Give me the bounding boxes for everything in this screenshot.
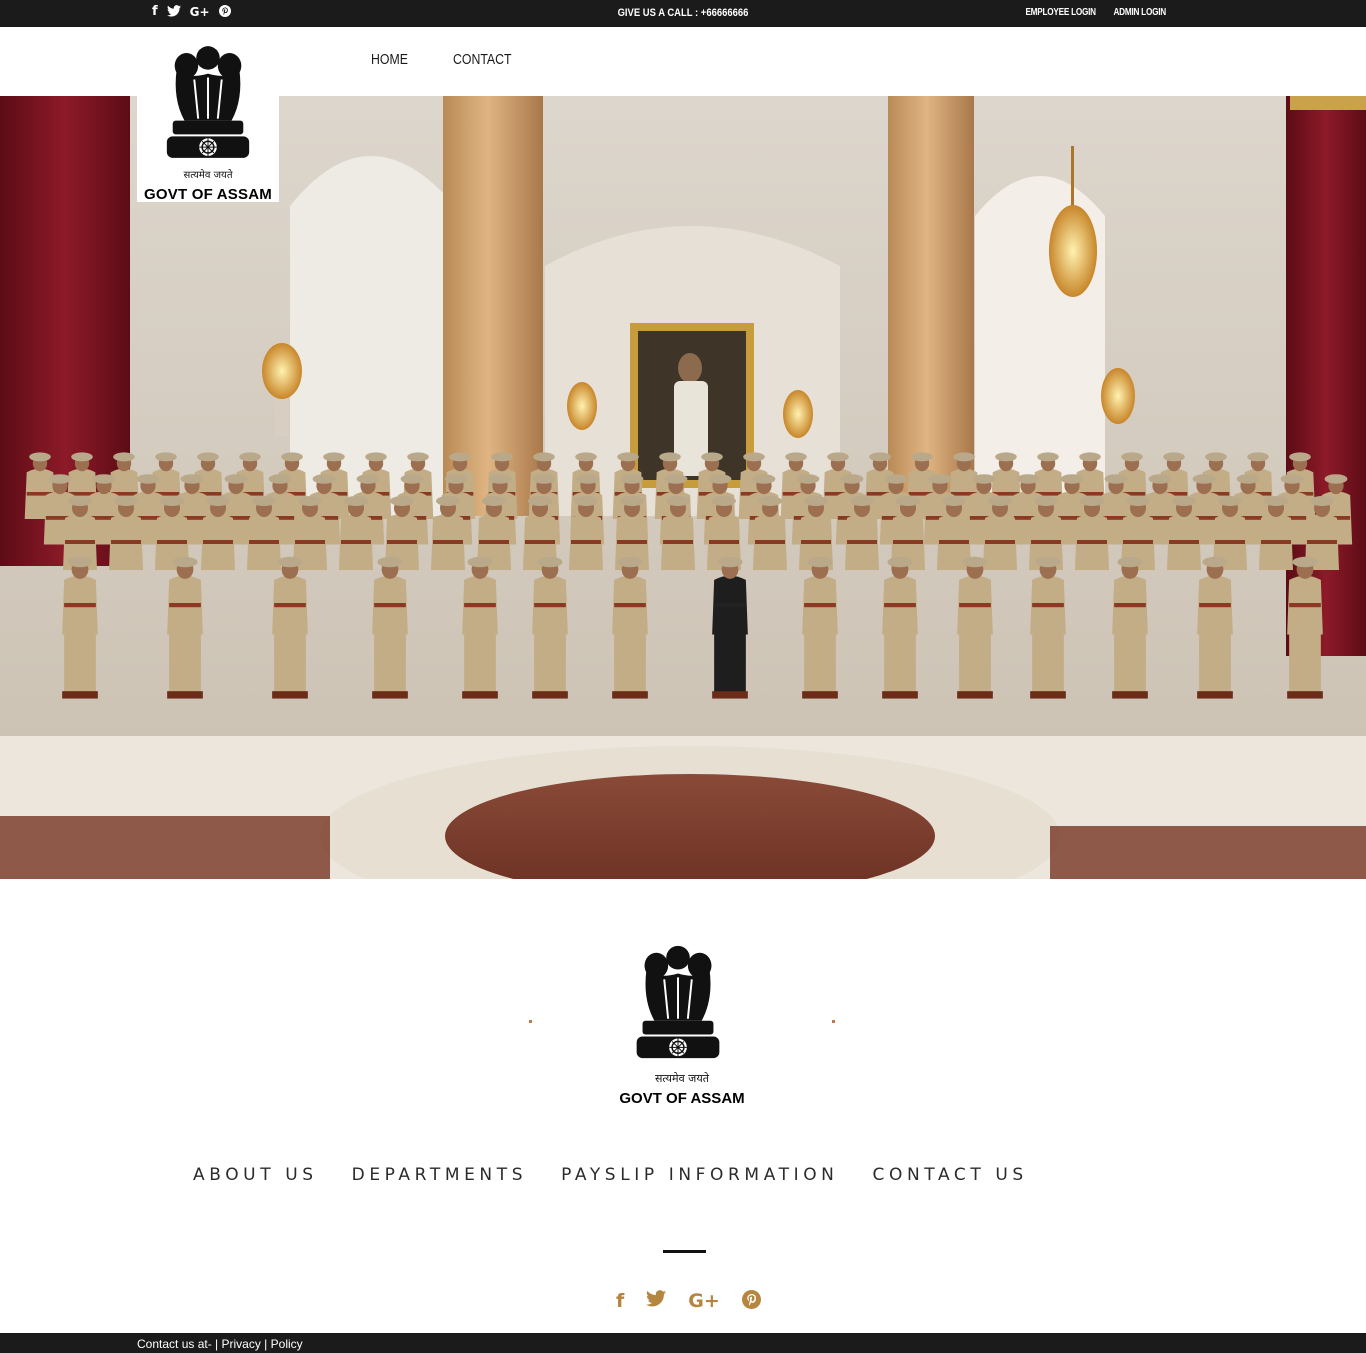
footer-logo-motto: सत्यमेव जयते [654, 1072, 709, 1085]
decor-dot [529, 1020, 532, 1023]
pinterest-icon[interactable] [741, 1290, 761, 1314]
nav-home[interactable]: HOME [371, 51, 408, 68]
national-emblem-icon [636, 945, 720, 1059]
google-plus-icon[interactable]: G+ [688, 1290, 720, 1314]
footer-nav-departments[interactable]: DEPARTMENTS [352, 1165, 528, 1185]
contact-us-text: Contact us at- | [137, 1337, 222, 1351]
decor-dot [832, 1020, 835, 1023]
separator: | [260, 1337, 271, 1351]
bottom-text: Contact us at- | Privacy | Policy [137, 1337, 303, 1351]
footer-social-links: f G+ [616, 1290, 761, 1314]
employee-login-link[interactable]: EMPLOYEE LOGIN [1026, 7, 1097, 18]
main-nav: HOME CONTACT [371, 51, 524, 68]
footer-nav-contact-us[interactable]: CONTACT US [873, 1165, 1028, 1185]
hero-group-photo [0, 96, 1366, 879]
facebook-icon[interactable]: f [616, 1290, 624, 1314]
hero-photo-illustration [0, 96, 1366, 879]
nav-contact[interactable]: CONTACT [453, 51, 512, 68]
login-links: EMPLOYEE LOGIN ADMIN LOGIN [1010, 7, 1167, 18]
national-emblem-icon [166, 46, 250, 158]
policy-link[interactable]: Policy [271, 1337, 303, 1351]
logo-motto: सत्यमेव जयते [183, 170, 233, 181]
twitter-icon[interactable] [646, 1290, 667, 1314]
footer-logo: सत्यमेव जयते GOVT OF ASSAM [606, 940, 758, 1110]
bottom-bar: Contact us at- | Privacy | Policy [0, 1333, 1366, 1353]
privacy-link[interactable]: Privacy [222, 1337, 261, 1351]
footer-nav-payslip-information[interactable]: PAYSLIP INFORMATION [561, 1165, 838, 1185]
footer-divider [663, 1250, 706, 1253]
logo-title: GOVT OF ASSAM [144, 186, 272, 203]
govt-logo[interactable]: सत्यमेव जयते GOVT OF ASSAM [137, 40, 279, 203]
footer-nav-about-us[interactable]: ABOUT US [193, 1165, 318, 1185]
admin-login-link[interactable]: ADMIN LOGIN [1114, 7, 1167, 18]
top-bar: f G+ GIVE US A CALL : +66666666 EMPLOYEE… [0, 0, 1366, 27]
footer-logo-title: GOVT OF ASSAM [619, 1090, 745, 1107]
footer-nav: ABOUT US DEPARTMENTS PAYSLIP INFORMATION… [193, 1165, 1028, 1185]
